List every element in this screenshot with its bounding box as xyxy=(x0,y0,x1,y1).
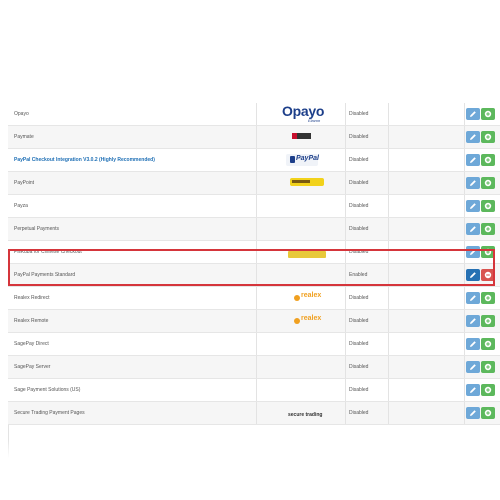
edit-button[interactable] xyxy=(466,315,480,327)
table-row: Secure Trading Payment Pages secure tradi… xyxy=(8,402,500,425)
install-button[interactable] xyxy=(481,177,495,189)
table-row: PayPoint Disabled xyxy=(8,172,500,195)
install-button[interactable] xyxy=(481,384,495,396)
install-button[interactable] xyxy=(481,246,495,258)
edit-button[interactable] xyxy=(466,384,480,396)
status-text: Disabled xyxy=(349,318,369,324)
extension-name: Paymate xyxy=(14,134,34,140)
table-row: Perpetual Payments Disabled xyxy=(8,218,500,241)
paypal-logo: PayPal xyxy=(278,153,322,167)
extension-name[interactable]: PayPal Checkout Integration V3.0.2 (High… xyxy=(14,149,155,171)
status-text: Disabled xyxy=(349,249,369,255)
table-row: SagePay Server Disabled xyxy=(8,356,500,379)
table-row: PayPal Payments Standard Enabled xyxy=(8,264,500,287)
status-text: Disabled xyxy=(349,226,369,232)
status-text: Disabled xyxy=(349,111,369,117)
extension-name: Realex Redirect xyxy=(14,295,50,301)
install-button[interactable] xyxy=(481,361,495,373)
edit-button[interactable] xyxy=(466,131,480,143)
payments-list: Opayo Opayo Elavon Disabled Paymate Disabled P… xyxy=(8,103,500,425)
install-button[interactable] xyxy=(481,108,495,120)
table-row: Opayo Opayo Elavon Disabled xyxy=(8,103,500,126)
extension-name: PayPal Payments Standard xyxy=(14,272,76,278)
paypoint-logo xyxy=(278,176,324,190)
status-text: Disabled xyxy=(349,203,369,209)
extension-name: Realex Remote xyxy=(14,318,49,324)
edit-button[interactable] xyxy=(466,246,480,258)
status-text: Disabled xyxy=(349,410,369,416)
realex-logo: realex xyxy=(278,314,322,328)
table-row: Realex Remote realex Disabled xyxy=(8,310,500,333)
extension-name: PiliKuba for Chinese Checkout xyxy=(14,249,82,255)
edit-button[interactable] xyxy=(466,292,480,304)
paymate-logo xyxy=(278,130,322,144)
edit-button[interactable] xyxy=(466,407,480,419)
install-button[interactable] xyxy=(481,223,495,235)
extension-name: SagePay Direct xyxy=(14,341,49,347)
install-button[interactable] xyxy=(481,131,495,143)
extension-name: Perpetual Payments xyxy=(14,226,60,232)
table-row: Sage Payment Solutions (US) Disabled xyxy=(8,379,500,402)
extension-name: Sage Payment Solutions (US) xyxy=(14,387,81,393)
install-button[interactable] xyxy=(481,315,495,327)
edit-button[interactable] xyxy=(466,269,480,281)
status-text: Disabled xyxy=(349,364,369,370)
extension-name: PayPoint xyxy=(14,180,35,186)
edit-button[interactable] xyxy=(466,154,480,166)
table-row: PiliKuba for Chinese Checkout Disabled xyxy=(8,241,500,264)
table-row: Payza Disabled xyxy=(8,195,500,218)
table-row: Paymate Disabled xyxy=(8,126,500,149)
install-button[interactable] xyxy=(481,407,495,419)
extension-name: Payza xyxy=(14,203,28,209)
install-button[interactable] xyxy=(481,338,495,350)
opayo-logo: Opayo Elavon xyxy=(282,103,325,123)
extension-name: SagePay Server xyxy=(14,364,51,370)
status-text: Disabled xyxy=(349,157,369,163)
table-row: PayPal Checkout Integration V3.0.2 (High… xyxy=(8,149,500,172)
install-button[interactable] xyxy=(481,200,495,212)
edit-button[interactable] xyxy=(466,338,480,350)
extensions-payments-table: Opayo Opayo Elavon Disabled Paymate Disabled P… xyxy=(0,103,500,458)
uninstall-button[interactable] xyxy=(481,269,495,281)
install-button[interactable] xyxy=(481,292,495,304)
extension-name: Secure Trading Payment Pages xyxy=(14,410,85,416)
edit-button[interactable] xyxy=(466,223,480,235)
table-row: SagePay Direct Disabled xyxy=(8,333,500,356)
edit-button[interactable] xyxy=(466,200,480,212)
edit-button[interactable] xyxy=(466,177,480,189)
status-text: Disabled xyxy=(349,387,369,393)
edit-button[interactable] xyxy=(466,361,480,373)
status-text: Disabled xyxy=(349,295,369,301)
realex-logo: realex xyxy=(278,291,322,305)
status-text: Disabled xyxy=(349,341,369,347)
install-button[interactable] xyxy=(481,154,495,166)
extension-name: Opayo xyxy=(14,111,29,117)
pilikuba-logo xyxy=(278,245,326,259)
status-text: Disabled xyxy=(349,134,369,140)
status-text: Enabled xyxy=(349,272,368,278)
table-row: Realex Redirect realex Disabled xyxy=(8,287,500,310)
status-text: Disabled xyxy=(349,180,369,186)
secure-trading-logo: secure trading xyxy=(288,412,323,418)
edit-button[interactable] xyxy=(466,108,480,120)
